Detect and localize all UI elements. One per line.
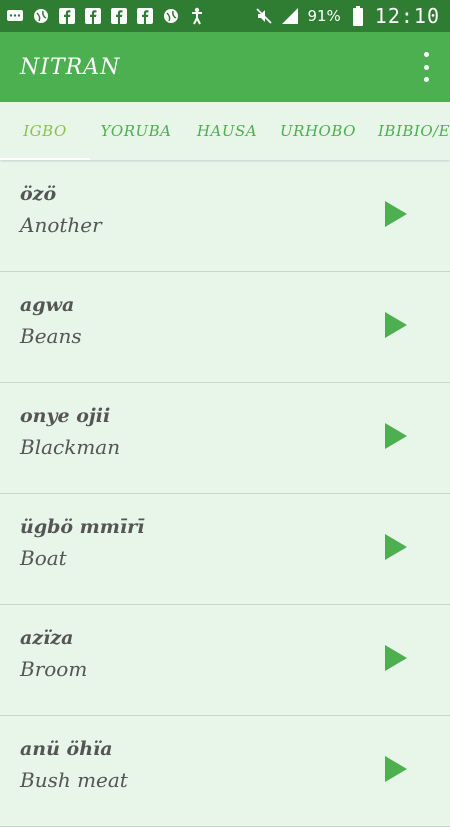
tab-ibibio[interactable]: IBIBIO/E	[364, 102, 450, 160]
accessibility-icon	[188, 7, 206, 25]
native-word: ügbö mmīrī	[20, 516, 145, 538]
facebook-icon	[110, 7, 128, 25]
message-icon	[6, 7, 24, 25]
overflow-menu-icon[interactable]	[416, 52, 436, 82]
english-word: Blackman	[20, 435, 121, 459]
english-word: Boat	[20, 546, 67, 570]
globe-icon	[32, 7, 50, 25]
native-word: agwa	[20, 294, 75, 316]
tab-hausa[interactable]: HAUSA	[182, 102, 272, 160]
signal-icon	[281, 7, 299, 25]
play-icon[interactable]	[385, 312, 407, 338]
notification-icons	[0, 7, 206, 25]
list-item[interactable]: anü öhïa Bush meat	[0, 716, 450, 827]
play-icon[interactable]	[385, 201, 407, 227]
play-icon[interactable]	[385, 645, 407, 671]
active-tab-indicator	[0, 158, 90, 160]
native-word: özö	[20, 183, 57, 205]
battery-percent: 91%	[307, 7, 341, 25]
tab-yoruba[interactable]: YORUBA	[90, 102, 182, 160]
play-icon[interactable]	[385, 534, 407, 560]
english-word: Another	[20, 213, 102, 237]
list-item[interactable]: özö Another	[0, 161, 450, 272]
app-bar: NITRAN	[0, 32, 450, 102]
battery-icon	[349, 6, 367, 26]
status-bar: 91% 12:10	[0, 0, 450, 32]
english-word: Broom	[20, 657, 88, 681]
clock: 12:10	[374, 4, 440, 28]
list-item[interactable]: agwa Beans	[0, 272, 450, 383]
native-word: azïza	[20, 627, 74, 649]
play-icon[interactable]	[385, 756, 407, 782]
list-item[interactable]: azïza Broom	[0, 605, 450, 716]
globe-icon	[162, 7, 180, 25]
play-icon[interactable]	[385, 423, 407, 449]
system-status: 91% 12:10	[255, 0, 440, 32]
native-word: onye ojii	[20, 405, 111, 427]
native-word: anü öhïa	[20, 738, 113, 760]
language-tabs: IGBO YORUBA HAUSA URHOBO IBIBIO/E	[0, 102, 450, 160]
english-word: Bush meat	[20, 768, 128, 792]
word-list: özö Another agwa Beans onye ojii Blackma…	[0, 161, 450, 827]
tab-urhobo[interactable]: URHOBO	[272, 102, 364, 160]
list-item[interactable]: ügbö mmīrī Boat	[0, 494, 450, 605]
list-item[interactable]: onye ojii Blackman	[0, 383, 450, 494]
tab-igbo[interactable]: IGBO	[0, 102, 90, 160]
english-word: Beans	[20, 324, 82, 348]
app-title: NITRAN	[20, 54, 121, 80]
mute-icon	[255, 7, 273, 25]
facebook-icon	[136, 7, 154, 25]
facebook-icon	[58, 7, 76, 25]
facebook-icon	[84, 7, 102, 25]
